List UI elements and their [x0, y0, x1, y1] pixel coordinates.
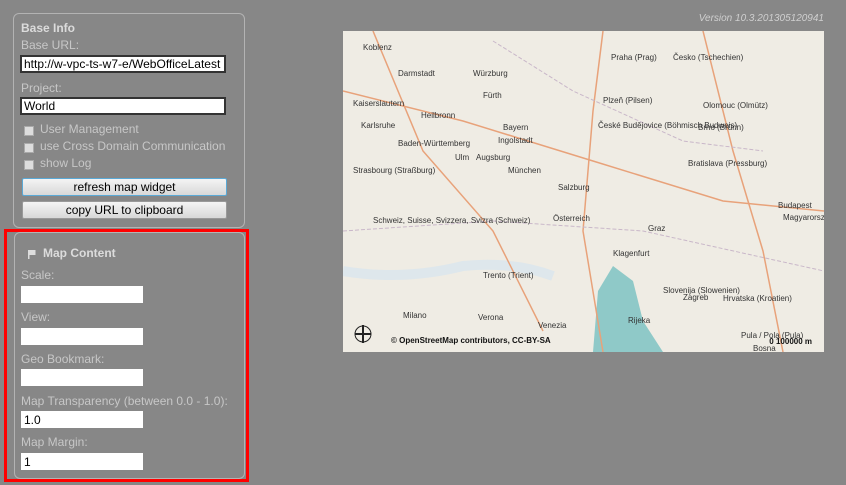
map-city-label: Bayern — [503, 123, 529, 132]
map-city-label: Salzburg — [558, 183, 590, 192]
map-city-label: Olomouc (Olmütz) — [703, 101, 768, 110]
cross-domain-label: use Cross Domain Communication — [40, 139, 226, 153]
north-arrow-icon — [353, 324, 373, 344]
geo-bookmark-label: Geo Bookmark: — [21, 352, 105, 366]
scale-input[interactable] — [21, 286, 143, 303]
map-attribution: © OpenStreetMap contributors, CC-BY-SA — [391, 336, 551, 345]
copy-url-button[interactable]: copy URL to clipboard — [22, 201, 227, 219]
map-city-label: Trento (Trient) — [483, 271, 534, 280]
map-scale-bar: 0 100000 m — [769, 337, 812, 346]
view-label: View: — [21, 310, 51, 324]
map-city-label: Milano — [403, 311, 427, 320]
map-city-label: Plzeň (Pilsen) — [603, 96, 653, 105]
map-city-label: Hrvatska (Kroatien) — [723, 294, 792, 303]
map-city-label: Strasbourg (Straßburg) — [353, 166, 436, 175]
user-management-label: User Management — [40, 122, 139, 136]
map-city-label: Fürth — [483, 91, 502, 100]
refresh-map-widget-button[interactable]: refresh map widget — [22, 178, 227, 196]
map-city-label: Darmstadt — [398, 69, 435, 78]
geo-bookmark-input[interactable] — [21, 369, 143, 386]
base-info-title: Base Info — [21, 21, 76, 35]
map-city-label: Heilbronn — [421, 111, 456, 120]
project-label: Project: — [21, 81, 62, 95]
map-city-label: Koblenz — [363, 43, 392, 52]
map-city-label: Ingolstadt — [498, 136, 533, 145]
map-city-label: Kaiserslautern — [353, 99, 405, 108]
version-label: Version 10.3.201305120941 — [698, 13, 824, 24]
map-margin-input[interactable] — [21, 453, 143, 470]
map-city-label: Bratislava (Pressburg) — [688, 159, 768, 168]
map-city-label: Würzburg — [473, 69, 508, 78]
base-url-label: Base URL: — [21, 38, 80, 52]
map-city-label: Verona — [478, 313, 504, 322]
map-city-label: Magyarország (Ungarn) — [783, 213, 824, 222]
map-margin-label: Map Margin: — [21, 435, 88, 449]
map-transparency-input[interactable] — [21, 411, 143, 428]
cross-domain-checkbox[interactable] — [24, 143, 34, 153]
map-city-label: Ulm — [455, 153, 470, 162]
flag-icon — [28, 248, 36, 259]
map-city-label: Karlsruhe — [361, 121, 396, 130]
map-city-label: Augsburg — [476, 153, 511, 162]
map-city-label: Schweiz, Suisse, Svizzera, Svizra (Schwe… — [373, 216, 531, 225]
map-content-title: Map Content — [43, 246, 116, 260]
map-transparency-label: Map Transparency (between 0.0 - 1.0): — [21, 394, 228, 408]
map-city-label: Graz — [648, 224, 666, 233]
view-input[interactable] — [21, 328, 143, 345]
user-management-checkbox[interactable] — [24, 126, 34, 136]
map-city-label: Zagreb — [683, 293, 709, 302]
map-city-label: Brno (Brünn) — [698, 123, 744, 132]
project-input[interactable] — [20, 97, 226, 115]
map-city-label: Klagenfurt — [613, 249, 650, 258]
map-city-label: Česko (Tschechien) — [673, 53, 744, 62]
map-city-label: Budapest — [778, 201, 812, 210]
map-city-label: Baden-Württemberg — [398, 139, 471, 148]
show-log-label: show Log — [40, 156, 92, 170]
map-city-label: Rijeka — [628, 316, 651, 325]
show-log-checkbox[interactable] — [24, 160, 34, 170]
map-city-label: Venezia — [538, 321, 567, 330]
map-city-label: München — [508, 166, 541, 175]
map-city-label: Praha (Prag) — [611, 53, 657, 62]
scale-label: Scale: — [21, 268, 55, 282]
map-city-label: Österreich — [553, 214, 590, 223]
map-widget[interactable]: Koblenz Darmstadt Würzburg Praha (Prag) Česk… — [343, 31, 824, 352]
base-url-input[interactable] — [20, 55, 226, 73]
